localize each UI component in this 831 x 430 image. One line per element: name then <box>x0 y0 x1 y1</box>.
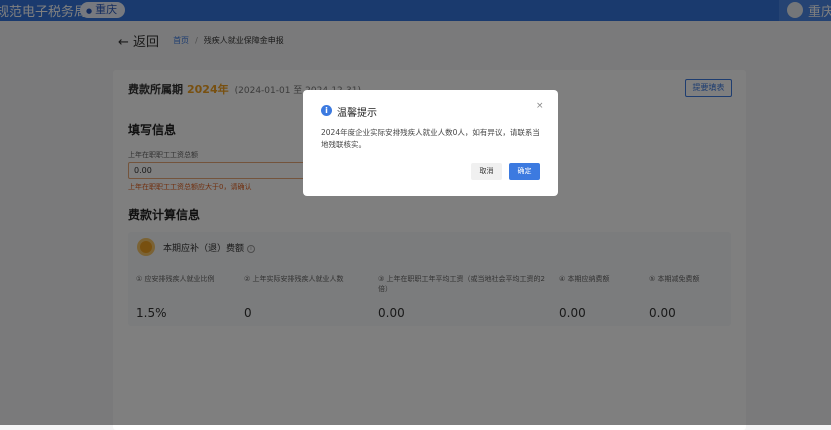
info-icon: i <box>321 105 332 116</box>
cancel-button[interactable]: 取消 <box>471 163 502 180</box>
dialog-title: 温馨提示 <box>337 108 377 119</box>
dialog-message: 2024年度企业实际安排残疾人就业人数0人，如有异议，请联系当地残联核实。 <box>321 128 540 149</box>
notice-dialog: i 温馨提示 × 2024年度企业实际安排残疾人就业人数0人，如有异议，请联系当… <box>303 90 558 196</box>
modal-overlay[interactable] <box>0 0 831 425</box>
close-icon[interactable]: × <box>536 101 544 111</box>
confirm-button[interactable]: 确定 <box>509 163 540 180</box>
